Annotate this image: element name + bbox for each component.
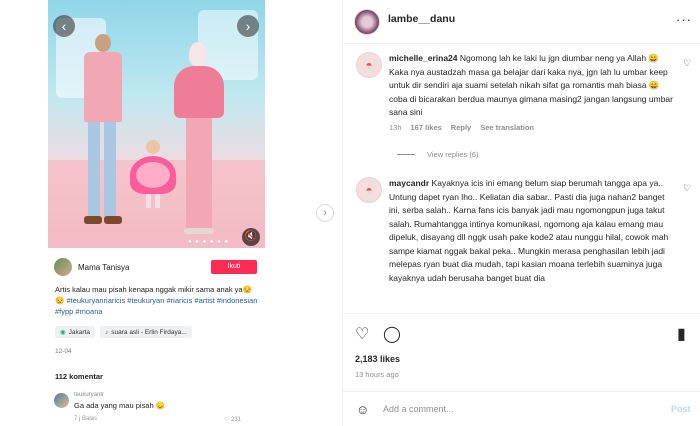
comment-input[interactable]: Add a comment... <box>383 404 454 414</box>
view-replies-label: View replies (6) <box>427 150 479 159</box>
post-username[interactable]: lambe__danu <box>388 13 455 25</box>
reply-button[interactable]: Reply <box>451 123 471 132</box>
heart-icon[interactable]: ♡ <box>683 58 691 69</box>
comment-count: 112 komentar <box>55 372 103 381</box>
post-button[interactable]: Post <box>671 404 691 414</box>
view-replies-button[interactable]: View replies (6) <box>397 150 479 159</box>
comment-likes[interactable]: 167 likes <box>411 123 442 132</box>
watermelon-icon: ◓ <box>365 58 373 72</box>
tiktok-date: 12-04 <box>55 348 72 355</box>
see-translation-button[interactable]: See translation <box>480 123 534 132</box>
add-comment-row: ☺ Add a comment... Post <box>343 391 700 426</box>
tiktok-username: Mama Tanisya <box>78 262 130 272</box>
comment-text: Ga ada yang mau pisah 😞 <box>74 401 166 410</box>
comment-username[interactable]: michelle_erina24 <box>389 53 458 63</box>
comments-panel: lambe__danu ··· ◓ michelle_erina24 Ngomo… <box>342 0 700 426</box>
woman-figure <box>174 42 224 234</box>
likes-count[interactable]: 2,183 likes <box>355 354 400 364</box>
action-bar: ♡ ◯ ▮ <box>343 313 700 353</box>
more-options-icon[interactable]: ··· <box>676 12 692 27</box>
carousel-dots: ● ● ● ● ● ● <box>188 239 230 245</box>
chevron-left-icon[interactable]: ‹ <box>53 15 75 37</box>
tiktok-screenshot: Mama Tanisya Ikuti Artis kalau mau pisah… <box>48 250 265 426</box>
comment-time: 13h <box>389 123 402 132</box>
comment-body: maycandr Kayaknya icis ini emang belum s… <box>389 177 674 285</box>
caption-hashtags: #teukuryanriaricis #teukuryan #riaricis … <box>55 296 258 316</box>
comment-meta: 13h 167 likes Reply See translation <box>389 123 534 132</box>
avatar <box>54 393 69 408</box>
avatar[interactable] <box>354 9 380 35</box>
tiktok-caption: Artis kalau mau pisah kenapa nggak mikir… <box>55 284 260 317</box>
location-label: Jakarta <box>68 328 90 336</box>
avatar <box>54 258 72 276</box>
like-heart-icon[interactable]: ♡ <box>355 324 369 344</box>
comment-username[interactable]: maycandr <box>389 178 429 188</box>
tiktok-header: Mama Tanisya <box>54 258 129 276</box>
comment-likes: ♡ 231 <box>224 417 242 423</box>
follow-button: Ikuti <box>211 260 257 274</box>
chevron-right-icon[interactable]: › <box>237 15 259 37</box>
watermelon-icon: ◓ <box>365 183 373 197</box>
comment-icon[interactable]: ◯ <box>383 324 401 344</box>
sound-chip: ♪ suara asli - Erlin Firdaya... <box>100 326 192 338</box>
heart-icon[interactable]: ♡ <box>683 183 691 194</box>
location-icon: ◉ <box>60 329 66 336</box>
location-chip: ◉ Jakarta <box>55 326 95 338</box>
comment-body: michelle_erina24 Ngomong lah ke laki lu … <box>389 52 674 120</box>
tiktok-chips: ◉ Jakarta ♪ suara asli - Erlin Firdaya... <box>55 326 192 338</box>
man-figure <box>82 34 124 224</box>
comment-meta: 7 j Balas <box>74 416 98 422</box>
music-note-icon: ♪ <box>105 328 109 336</box>
bookmark-icon[interactable]: ▮ <box>677 324 686 344</box>
post-header: lambe__danu ··· <box>343 0 700 44</box>
avatar[interactable]: ◓ <box>356 52 382 78</box>
divider <box>397 154 415 155</box>
comment-username: teukuryantr <box>74 392 105 398</box>
child-figure <box>128 140 178 210</box>
speaker-muted-icon[interactable]: 🔇 <box>242 228 260 246</box>
emoji-icon[interactable]: ☺ <box>356 402 369 417</box>
post-media: ‹ › ● ● ● ● ● ● 🔇 Mama Tanisya Ikuti Art… <box>0 0 331 426</box>
post-photo[interactable]: ‹ › ● ● ● ● ● ● <box>48 0 265 248</box>
post-time: 13 hours ago <box>355 370 399 379</box>
avatar[interactable]: ◓ <box>356 177 382 203</box>
sound-label: suara asli - Erlin Firdaya... <box>111 328 187 336</box>
next-post-chevron-icon[interactable]: › <box>316 204 334 222</box>
comment-text: Kayaknya icis ini emang belum siap berum… <box>389 178 669 283</box>
